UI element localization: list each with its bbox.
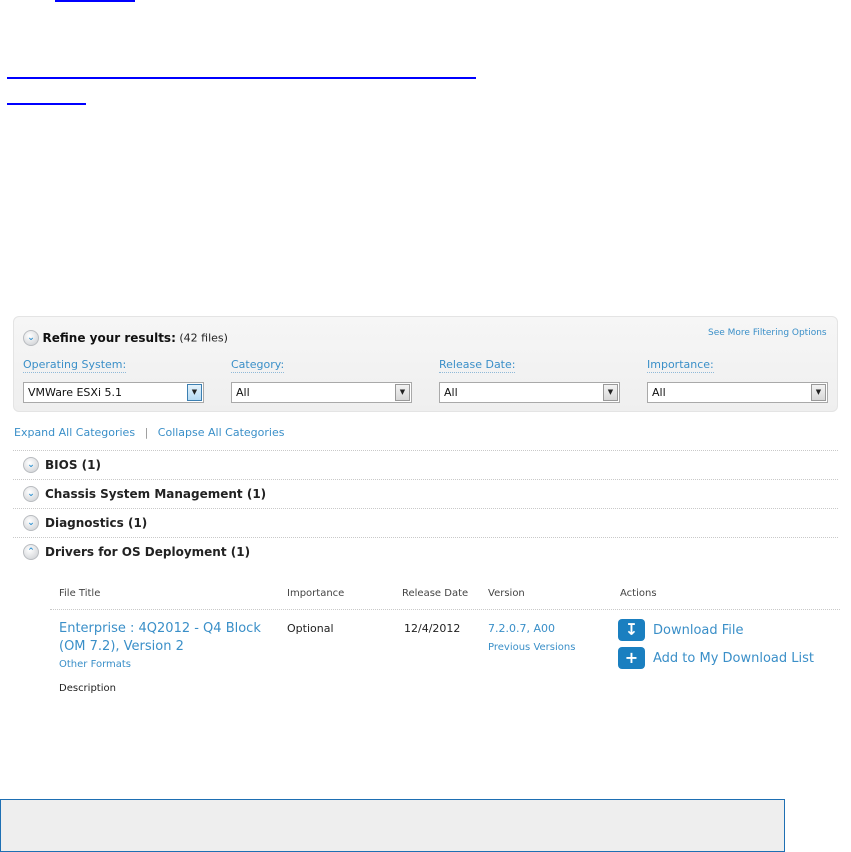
- collapse-all-link[interactable]: Collapse All Categories: [158, 426, 285, 439]
- dropdown-arrow-icon: ▼: [603, 384, 618, 401]
- file-count: (42 files): [179, 331, 228, 345]
- category-value: All: [236, 386, 250, 399]
- version-link[interactable]: 7.2.0.7, A00: [488, 622, 555, 635]
- os-value: VMWare ESXi 5.1: [28, 386, 122, 399]
- chevron-down-icon: ⌄: [23, 515, 39, 531]
- refine-header: ⌄ Refine your results: (42 files): [23, 330, 228, 346]
- release-date-label: Release Date:: [439, 358, 516, 373]
- header-importance: Importance: [287, 588, 345, 599]
- release-date-value: 12/4/2012: [404, 622, 461, 635]
- expand-collapse-links: Expand All Categories | Collapse All Cat…: [14, 426, 284, 439]
- category-label: Chassis System Management (1): [45, 487, 267, 501]
- file-title-line2: (OM 7.2), Version 2: [59, 639, 184, 654]
- category-diagnostics[interactable]: ⌄ Diagnostics (1): [13, 508, 838, 537]
- category-select[interactable]: All ▼: [231, 382, 412, 403]
- header-actions: Actions: [620, 588, 657, 599]
- add-to-download-list-button[interactable]: + Add to My Download List: [618, 647, 814, 669]
- chevron-down-icon[interactable]: ⌄: [23, 330, 39, 346]
- separator: |: [144, 426, 149, 439]
- category-chassis[interactable]: ⌄ Chassis System Management (1): [13, 479, 838, 508]
- dropdown-arrow-icon: ▼: [187, 384, 202, 401]
- link-underline[interactable]: [7, 77, 476, 79]
- release-date-value: All: [444, 386, 458, 399]
- chevron-down-icon: ⌄: [23, 457, 39, 473]
- category-label: BIOS (1): [45, 458, 101, 472]
- category-label: Diagnostics (1): [45, 516, 148, 530]
- category-drivers[interactable]: ⌃ Drivers for OS Deployment (1): [13, 537, 838, 566]
- os-label: Operating System:: [23, 358, 127, 373]
- download-label: Download File: [653, 622, 744, 638]
- importance-value: Optional: [287, 622, 334, 635]
- category-label: Category:: [231, 358, 285, 373]
- download-icon: ↧: [618, 619, 645, 641]
- refine-title: Refine your results:: [42, 331, 176, 345]
- link-underline[interactable]: [7, 103, 86, 105]
- bottom-box: [0, 799, 785, 852]
- dropdown-arrow-icon: ▼: [395, 384, 410, 401]
- category-label: Drivers for OS Deployment (1): [45, 545, 251, 559]
- header-version: Version: [488, 588, 525, 599]
- expand-all-link[interactable]: Expand All Categories: [14, 426, 135, 439]
- description-label: Description: [59, 683, 116, 694]
- file-title-link[interactable]: Enterprise : 4Q2012 - Q4 Block (OM 7.2), …: [59, 620, 261, 656]
- previous-versions-link[interactable]: Previous Versions: [488, 642, 575, 653]
- importance-select[interactable]: All ▼: [647, 382, 828, 403]
- link-underline[interactable]: [55, 0, 135, 2]
- add-list-label: Add to My Download List: [653, 650, 815, 666]
- os-select[interactable]: VMWare ESXi 5.1 ▼: [23, 382, 204, 403]
- divider: [50, 609, 840, 610]
- dropdown-arrow-icon: ▼: [811, 384, 826, 401]
- file-title-line1: Enterprise : 4Q2012 - Q4 Block: [59, 621, 261, 636]
- chevron-up-icon: ⌃: [23, 544, 39, 560]
- download-file-button[interactable]: ↧ Download File: [618, 619, 744, 641]
- plus-icon: +: [618, 647, 645, 669]
- chevron-down-icon: ⌄: [23, 486, 39, 502]
- importance-value: All: [652, 386, 666, 399]
- see-more-filtering-link[interactable]: See More Filtering Options: [708, 328, 827, 338]
- category-bios[interactable]: ⌄ BIOS (1): [13, 450, 838, 479]
- header-release-date: Release Date: [402, 588, 469, 599]
- header-file-title: File Title: [59, 588, 101, 599]
- release-date-select[interactable]: All ▼: [439, 382, 620, 403]
- other-formats-link[interactable]: Other Formats: [59, 659, 131, 670]
- importance-label: Importance:: [647, 358, 714, 373]
